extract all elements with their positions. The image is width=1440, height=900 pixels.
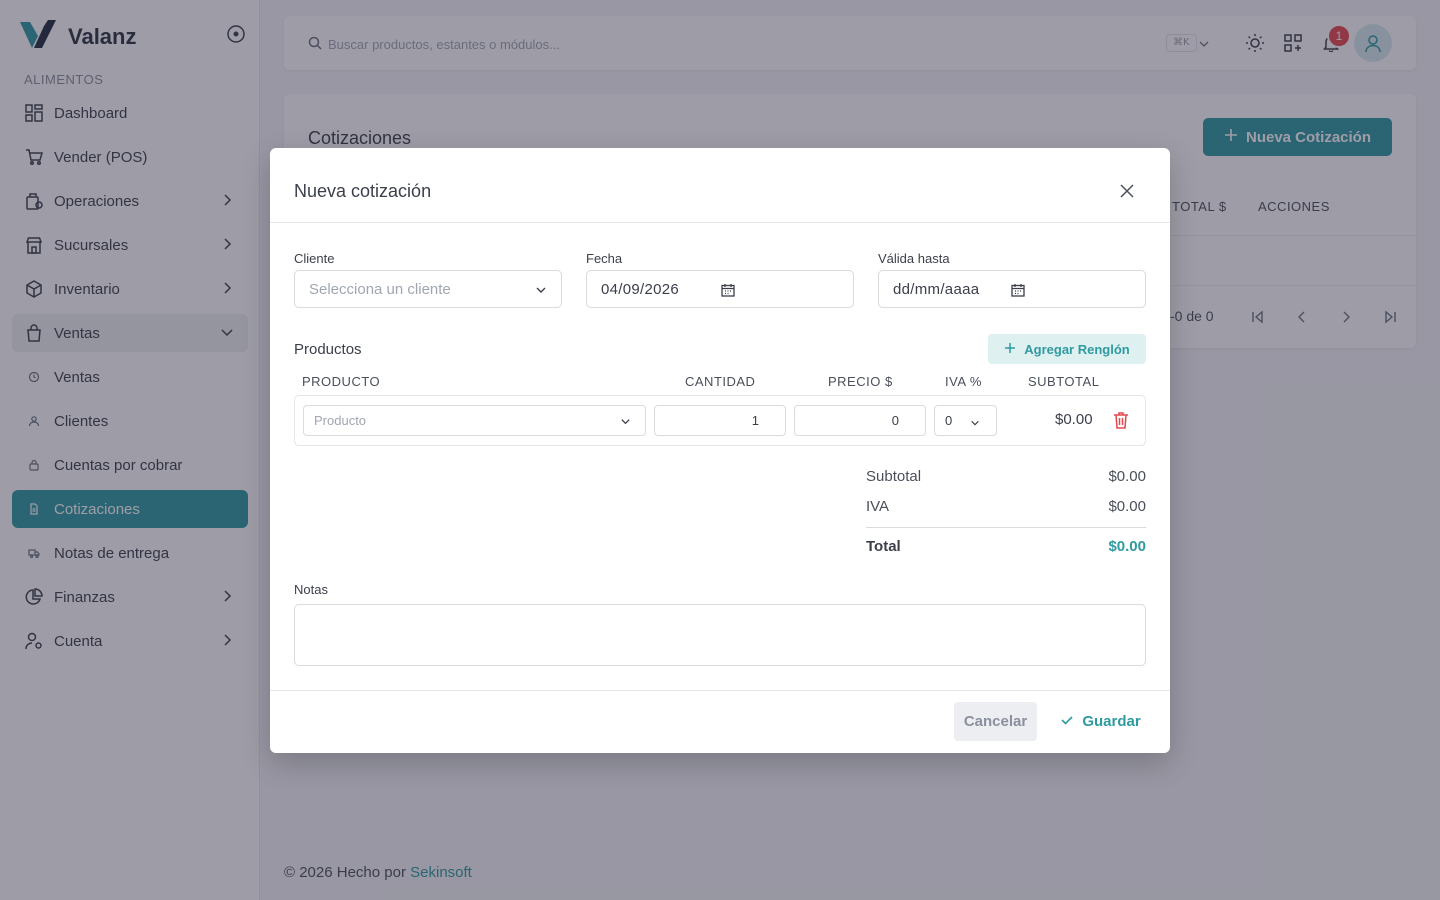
modal-header-divider <box>270 222 1170 223</box>
chevron-down-icon <box>970 416 980 431</box>
close-icon[interactable] <box>1118 182 1136 200</box>
column-header-iva: IVA % <box>945 374 982 389</box>
save-button[interactable]: Guardar <box>1053 702 1148 741</box>
new-quote-modal: Nueva cotización Cliente Selecciona un c… <box>270 148 1170 753</box>
price-input[interactable]: 0 <box>794 405 926 436</box>
quantity-input[interactable]: 1 <box>654 405 786 436</box>
column-header-product: PRODUCTO <box>302 374 381 389</box>
client-select[interactable]: Selecciona un cliente <box>294 270 562 308</box>
iva-label: IVA <box>866 498 890 515</box>
save-label: Guardar <box>1082 713 1141 730</box>
calendar-icon[interactable] <box>1010 282 1026 298</box>
product-select[interactable]: Producto <box>303 405 646 436</box>
iva-select[interactable]: 0 <box>934 405 997 436</box>
product-placeholder: Producto <box>314 413 367 428</box>
iva-value: $0.00 <box>1108 498 1146 515</box>
total-label: Total <box>866 538 901 555</box>
client-placeholder: Selecciona un cliente <box>309 280 451 298</box>
column-header-subtotal: SUBTOTAL <box>1028 374 1100 389</box>
subtotal-label: Subtotal <box>866 468 922 485</box>
row-subtotal: $0.00 <box>1055 411 1093 428</box>
column-header-price: PRECIO $ <box>828 374 893 389</box>
trash-icon[interactable] <box>1112 411 1130 429</box>
modal-footer-divider <box>270 690 1170 691</box>
product-row: Producto 1 0 0 $0.00 <box>294 395 1146 446</box>
valid-until-placeholder: dd/mm/aaaa <box>893 280 980 298</box>
plus-icon <box>1004 342 1016 357</box>
client-label: Cliente <box>294 251 335 266</box>
chevron-down-icon <box>620 415 631 430</box>
date-input[interactable]: 04/09/2026 <box>586 270 854 308</box>
calendar-icon[interactable] <box>720 282 736 298</box>
cancel-button[interactable]: Cancelar <box>954 702 1037 741</box>
valid-until-label: Válida hasta <box>878 251 950 266</box>
date-label: Fecha <box>586 251 623 266</box>
quantity-value: 1 <box>751 413 759 428</box>
date-value: 04/09/2026 <box>601 280 680 298</box>
subtotal-value: $0.00 <box>1108 468 1146 485</box>
total-value: $0.00 <box>1108 538 1146 555</box>
notes-field[interactable] <box>294 604 1146 666</box>
chevron-down-icon <box>533 282 549 298</box>
iva-value: 0 <box>945 413 953 428</box>
check-icon <box>1060 713 1074 731</box>
column-header-quantity: CANTIDAD <box>685 374 756 389</box>
products-label: Productos <box>294 341 362 358</box>
add-row-label: Agregar Renglón <box>1024 341 1130 357</box>
price-value: 0 <box>891 413 899 428</box>
add-row-button[interactable]: Agregar Renglón <box>988 334 1146 364</box>
modal-title: Nueva cotización <box>294 181 432 201</box>
valid-until-input[interactable]: dd/mm/aaaa <box>878 270 1146 308</box>
notes-label: Notas <box>294 582 328 597</box>
summary-divider <box>866 527 1146 528</box>
